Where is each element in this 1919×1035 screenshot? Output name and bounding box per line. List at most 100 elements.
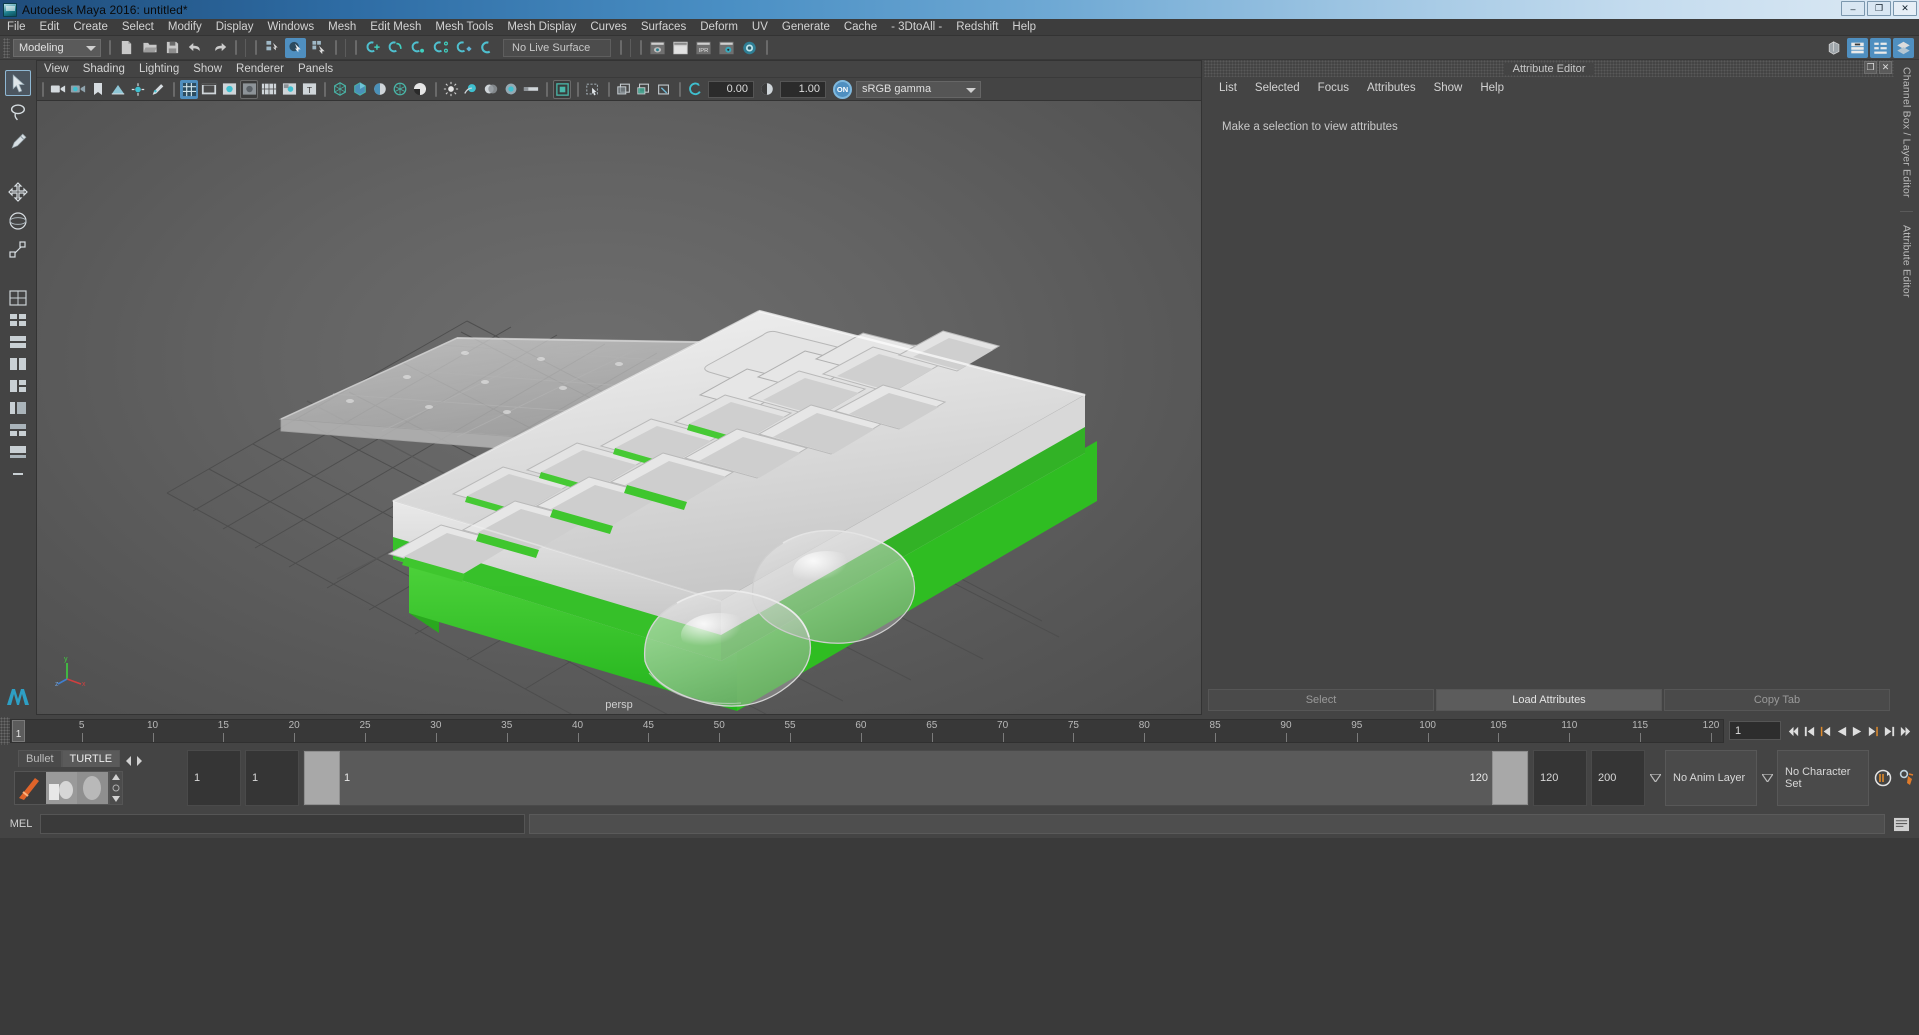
move-tool[interactable]	[5, 179, 31, 205]
lasso-select-tool[interactable]	[5, 99, 31, 125]
panel-toolbar-sep-1[interactable]	[169, 80, 178, 98]
menu-windows[interactable]: Windows	[260, 19, 321, 36]
two-panes-stacked-layout[interactable]	[7, 332, 29, 352]
ae-menu-list[interactable]: List	[1210, 80, 1246, 97]
current-frame-field[interactable]: 1	[1729, 721, 1781, 740]
menu-mesh-display[interactable]: Mesh Display	[500, 19, 583, 36]
menu-mesh[interactable]: Mesh	[321, 19, 363, 36]
tab-attribute-editor[interactable]: Attribute Editor	[1901, 218, 1913, 305]
go-to-start-icon[interactable]	[1786, 721, 1801, 741]
four-view-layout[interactable]	[7, 310, 29, 330]
snap-to-grid-icon[interactable]	[362, 38, 383, 58]
two-d-pan-zoom-icon[interactable]	[129, 80, 147, 99]
panel-toolbar-sep-3[interactable]	[431, 80, 440, 98]
range-end-time-field[interactable]: 120	[1533, 750, 1587, 806]
toolbar-sep-7[interactable]	[762, 39, 771, 57]
select-by-component-icon[interactable]	[308, 38, 329, 58]
snap-to-view-plane-icon[interactable]	[454, 38, 475, 58]
step-back-frame-icon[interactable]	[1802, 721, 1817, 741]
new-scene-icon[interactable]	[116, 38, 137, 58]
flat-shade-icon[interactable]	[391, 80, 409, 99]
use-all-lights-icon[interactable]	[462, 80, 480, 99]
render-current-frame-icon[interactable]	[647, 38, 668, 58]
menu-3dtoall[interactable]: - 3DtoAll -	[884, 19, 949, 36]
xray-icon[interactable]	[615, 80, 633, 99]
motion-blur-icon[interactable]	[522, 80, 540, 99]
redo-previous-render-icon[interactable]	[670, 38, 691, 58]
menu-help[interactable]: Help	[1005, 19, 1043, 36]
rotate-tool[interactable]	[5, 208, 31, 234]
gate-mask-icon[interactable]	[240, 79, 258, 99]
panel-toolbar-sep-2[interactable]	[320, 80, 329, 98]
shaded-and-textured-icon[interactable]	[411, 80, 429, 99]
load-attributes-button[interactable]: Load Attributes	[1436, 689, 1662, 711]
grease-pencil-icon[interactable]	[149, 80, 167, 99]
resolution-gate-icon[interactable]	[220, 80, 238, 99]
menu-file[interactable]: File	[0, 19, 33, 36]
script-editor-icon[interactable]	[1889, 817, 1913, 832]
menu-create[interactable]: Create	[66, 19, 115, 36]
close-button[interactable]: ✕	[1893, 1, 1917, 16]
turtle-sphere-icon[interactable]	[77, 772, 108, 804]
panel-menu-lighting[interactable]: Lighting	[132, 61, 186, 78]
color-profile-selector[interactable]: sRGB gamma	[856, 80, 981, 98]
select-by-hierarchy-icon[interactable]	[262, 38, 283, 58]
toolbar-sep-2[interactable]	[251, 39, 260, 57]
panel-menu-renderer[interactable]: Renderer	[229, 61, 291, 78]
exposure-icon[interactable]	[686, 80, 704, 99]
shadows-icon[interactable]	[482, 80, 500, 99]
select-by-object-icon[interactable]	[285, 37, 306, 58]
toolbar-grip[interactable]	[3, 37, 10, 58]
gamma-icon[interactable]	[758, 80, 776, 99]
turtle-bake-icon[interactable]	[46, 772, 77, 804]
layer-editor-icon[interactable]	[1893, 37, 1914, 58]
shelf-tab-turtle[interactable]: TURTLE	[61, 750, 121, 767]
use-default-lighting-icon[interactable]	[442, 80, 460, 99]
menu-mesh-tools[interactable]: Mesh Tools	[428, 19, 500, 36]
channel-box-icon[interactable]	[1847, 37, 1868, 58]
menu-set-selector[interactable]: Modeling	[13, 38, 101, 57]
toolbar-sep-4[interactable]	[351, 39, 360, 57]
hypershade-persp-layout[interactable]	[7, 420, 29, 440]
range-slider-left-handle[interactable]	[304, 751, 340, 805]
exposure-field[interactable]: 0.00	[708, 80, 754, 98]
anim-layer-selector[interactable]: No Anim Layer	[1665, 750, 1757, 806]
open-scene-icon[interactable]	[139, 38, 160, 58]
anim-start-time-field[interactable]: 1	[187, 750, 241, 806]
color-management-toggle[interactable]: ON	[833, 79, 852, 99]
persp-graph-layout[interactable]	[7, 442, 29, 462]
step-forward-key-icon[interactable]	[1866, 721, 1881, 741]
animation-preferences-icon[interactable]	[1895, 747, 1919, 809]
ae-menu-show[interactable]: Show	[1425, 80, 1472, 97]
paint-select-tool[interactable]	[5, 128, 31, 154]
go-to-end-icon[interactable]	[1898, 721, 1913, 741]
save-scene-icon[interactable]	[162, 38, 183, 58]
scale-tool[interactable]	[5, 237, 31, 263]
panel-menu-show[interactable]: Show	[186, 61, 229, 78]
menu-surfaces[interactable]: Surfaces	[634, 19, 693, 36]
toolbar-sep-3[interactable]	[331, 39, 340, 57]
ae-menu-attributes[interactable]: Attributes	[1358, 80, 1425, 97]
range-slider-bar[interactable]: 1 120	[303, 750, 1529, 806]
turtle-render-icon[interactable]	[15, 772, 46, 804]
undo-icon[interactable]	[185, 38, 206, 58]
safe-title-icon[interactable]: T	[300, 80, 318, 99]
panel-toolbar-sep-7[interactable]	[675, 80, 684, 98]
ae-menu-selected[interactable]: Selected	[1246, 80, 1309, 97]
snap-to-curve-icon[interactable]	[385, 38, 406, 58]
character-set-selector[interactable]: No Character Set	[1777, 750, 1869, 806]
select-tool[interactable]	[5, 70, 31, 96]
select-button[interactable]: Select	[1208, 689, 1434, 711]
character-set-dropdown-arrow[interactable]	[1759, 747, 1775, 809]
menu-curves[interactable]: Curves	[583, 19, 633, 36]
auto-keyframe-icon[interactable]	[1871, 747, 1895, 809]
two-panes-side-layout[interactable]	[7, 354, 29, 374]
shelf-scroll-spinner[interactable]	[109, 771, 123, 805]
xray-joints-icon[interactable]	[635, 80, 653, 99]
time-slider-track[interactable]: 1 5 10 15 20 25 30 35 40 45 50 55 60 65 70 75 80 85 90 95 1…	[10, 719, 1724, 743]
command-language-label[interactable]: MEL	[6, 818, 36, 830]
panel-menu-shading[interactable]: Shading	[76, 61, 132, 78]
viewport-3d[interactable]: y x z persp	[37, 101, 1201, 714]
menu-deform[interactable]: Deform	[693, 19, 745, 36]
toolbar-collapse-handle[interactable]	[105, 39, 114, 57]
